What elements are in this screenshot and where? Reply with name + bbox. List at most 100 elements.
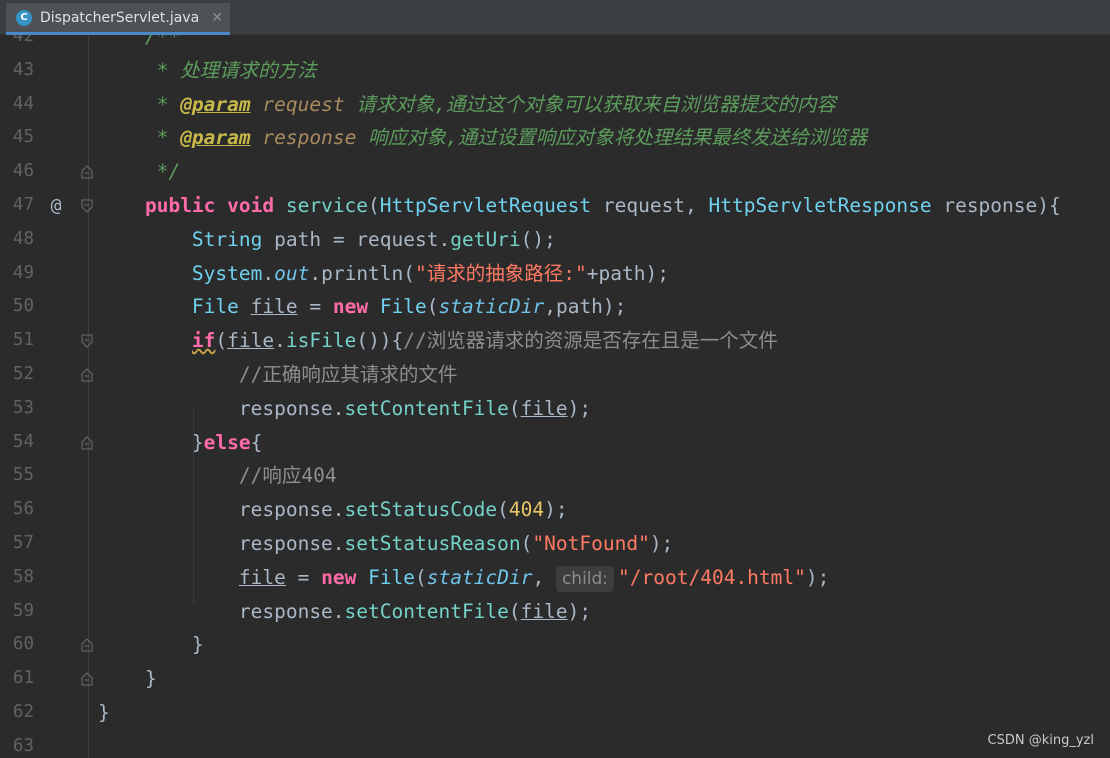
override-marker-icon[interactable]: @ <box>46 189 66 223</box>
code-line[interactable]: 55 //响应404 <box>0 459 1110 493</box>
code-token: getUri <box>450 227 521 251</box>
code-token: ); <box>805 565 830 589</box>
line-number: 55 <box>12 465 34 486</box>
code-text: //正确响应其请求的文件 <box>98 358 457 392</box>
code-token: ( <box>508 396 521 420</box>
code-token: +path); <box>586 261 669 285</box>
code-line[interactable]: 56 response.setStatusCode(404); <box>0 493 1110 527</box>
code-text: System.out.println("请求的抽象路径:"+path); <box>98 257 669 291</box>
code-token: response. <box>98 531 345 555</box>
code-token: 请求对象,通过这个对象可以获取来自浏览器提交的内容 <box>344 92 837 116</box>
line-number: 53 <box>12 397 34 418</box>
line-number: 51 <box>12 330 34 351</box>
code-token: response. <box>98 599 345 623</box>
line-number: 59 <box>12 600 34 621</box>
code-text: /** <box>98 35 180 54</box>
code-text: response.setContentFile(file); <box>98 392 591 426</box>
code-text: File file = new File(staticDir,path); <box>98 290 626 324</box>
java-class-icon: C <box>16 9 32 26</box>
parameter-hint: child: <box>555 565 615 592</box>
line-number: 60 <box>12 634 34 655</box>
code-token: file <box>520 599 568 623</box>
code-text: String path = request.getUri(); <box>98 223 556 257</box>
code-line[interactable]: 59 response.setContentFile(file); <box>0 595 1110 629</box>
code-line[interactable]: 43 * 处理请求的方法 <box>0 54 1110 88</box>
code-editor[interactable]: 42 /** 43 * 处理请求的方法 44 * @param request 请求… <box>0 35 1110 758</box>
code-token: } <box>98 667 157 691</box>
code-token: (); <box>520 227 556 251</box>
code-token: service <box>285 193 369 217</box>
code-token: HttpServletResponse <box>708 193 932 217</box>
code-text: response.setStatusReason("NotFound"); <box>98 527 673 561</box>
fold-end-icon[interactable] <box>81 367 93 382</box>
code-token: System <box>191 261 263 285</box>
code-token: , <box>532 565 556 589</box>
fold-end-icon[interactable] <box>81 637 93 652</box>
code-token: File <box>379 295 427 319</box>
code-text: response.setStatusCode(404); <box>98 493 568 527</box>
fold-end-icon[interactable] <box>81 671 93 686</box>
code-line[interactable]: 42 /** <box>0 35 1110 54</box>
line-number: 48 <box>12 228 34 249</box>
code-token: file <box>227 329 275 353</box>
fold-start-icon[interactable] <box>81 333 93 348</box>
code-line[interactable]: 47 @ public void service(HttpServletReque… <box>0 189 1110 223</box>
code-text: } <box>98 696 110 730</box>
code-line[interactable]: 49 System.out.println("请求的抽象路径:"+path); <box>0 257 1110 291</box>
code-token: new <box>332 295 369 319</box>
code-text: } <box>98 628 204 662</box>
code-line[interactable]: 58 file = new File(staticDir, child: "/ro… <box>0 561 1110 595</box>
fold-end-icon[interactable] <box>81 164 93 179</box>
code-token: ( <box>215 329 228 353</box>
code-line[interactable]: 46 */ <box>0 155 1110 189</box>
code-token: * <box>98 126 181 150</box>
code-line[interactable]: 63 <box>0 730 1110 758</box>
line-number: 61 <box>12 668 34 689</box>
code-line[interactable]: 62} <box>0 696 1110 730</box>
close-icon[interactable]: ✕ <box>211 10 223 26</box>
code-token: "/root/404.html" <box>618 565 806 589</box>
code-token: response. <box>98 396 345 420</box>
line-number: 44 <box>12 93 34 114</box>
code-token: ( <box>368 193 380 217</box>
fold-end-icon[interactable] <box>81 435 93 450</box>
tab-dispatcherservlet-java[interactable]: C DispatcherServlet.java ✕ <box>6 3 230 35</box>
code-line[interactable]: 53 response.setContentFile(file); <box>0 392 1110 426</box>
code-token: ( <box>520 531 533 555</box>
code-token: request <box>262 92 345 116</box>
code-line[interactable]: 45 * @param response 响应对象,通过设置响应对象将处理结果最… <box>0 121 1110 155</box>
code-token: else <box>203 430 251 454</box>
code-text: * 处理请求的方法 <box>98 54 317 88</box>
code-line[interactable]: 48 String path = request.getUri(); <box>0 223 1110 257</box>
code-line[interactable]: 57 response.setStatusReason("NotFound"); <box>0 527 1110 561</box>
code-lines: 42 /** 43 * 处理请求的方法 44 * @param request 请求… <box>0 35 1110 758</box>
code-token: ); <box>567 599 592 623</box>
code-line[interactable]: 51 if(file.isFile()){//浏览器请求的资源是否存在且是一个文… <box>0 324 1110 358</box>
code-token: isFile <box>285 329 357 353</box>
code-line[interactable]: 60 } <box>0 628 1110 662</box>
code-token: //正确响应其请求的文件 <box>238 362 458 386</box>
fold-start-icon[interactable] <box>81 198 93 213</box>
code-text: * @param response 响应对象,通过设置响应对象将处理结果最终发送… <box>98 121 868 155</box>
code-line[interactable]: 54 }else{ <box>0 426 1110 460</box>
line-number: 49 <box>12 262 34 283</box>
code-token: } <box>98 430 204 454</box>
code-token: if <box>191 329 216 353</box>
line-number: 47 <box>12 194 34 215</box>
code-token: @param <box>180 126 251 150</box>
code-line[interactable]: 52 //正确响应其请求的文件 <box>0 358 1110 392</box>
code-token: ()){ <box>356 329 404 353</box>
code-token: ); <box>544 498 568 522</box>
code-line[interactable]: 61 } <box>0 662 1110 696</box>
code-token: response){ <box>931 193 1061 217</box>
code-line[interactable]: 44 * @param request 请求对象,通过这个对象可以获取来自浏览器… <box>0 88 1110 122</box>
code-line[interactable]: 50 File file = new File(staticDir,path); <box>0 290 1110 324</box>
code-token: setStatusReason <box>344 531 521 555</box>
code-text: */ <box>98 155 181 189</box>
